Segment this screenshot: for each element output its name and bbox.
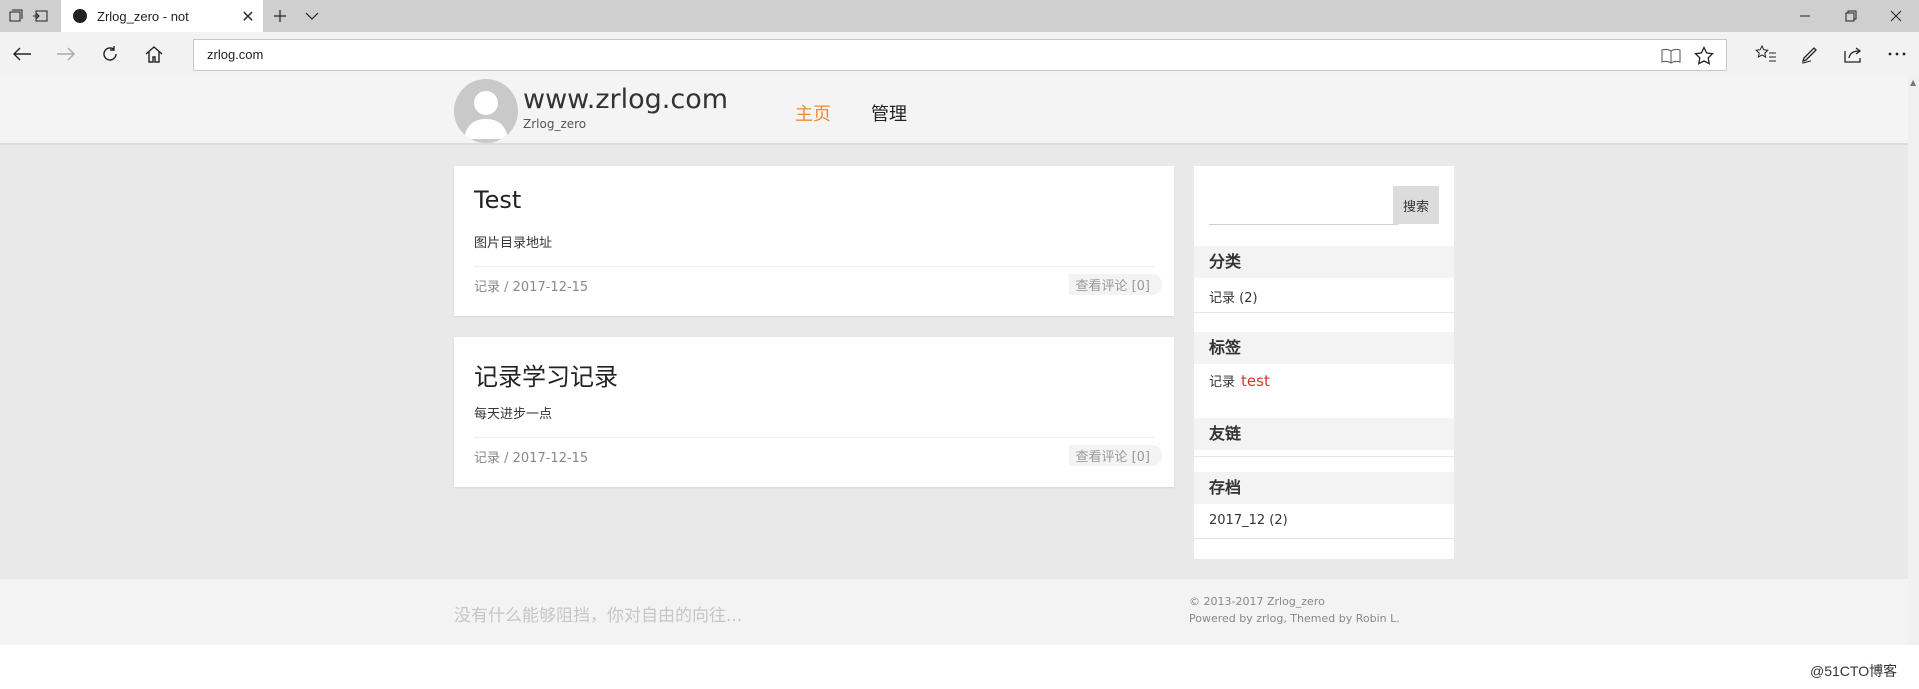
new-tab-icon[interactable]	[270, 6, 290, 26]
web-note-icon[interactable]	[1796, 40, 1824, 68]
widget-divider	[1194, 456, 1454, 457]
favorite-star-icon[interactable]	[1693, 45, 1715, 67]
page-bottom-area	[0, 645, 1919, 689]
tag-list: 记录 test	[1209, 371, 1270, 390]
post-excerpt: 图片目录地址	[474, 236, 553, 251]
links-heading: 友链	[1194, 418, 1454, 450]
tag-item[interactable]: 记录	[1209, 375, 1235, 390]
post-excerpt: 每天进步一点	[474, 407, 553, 422]
watermark: @51CTO博客	[1810, 663, 1898, 679]
search-input[interactable]	[1209, 224, 1398, 225]
footer-quote: 没有什么能够阻挡，你对自由的向往...	[454, 606, 743, 626]
search-button[interactable]: 搜索	[1393, 186, 1439, 224]
browser-tab-bar: Zrlog_zero - not ✕	[0, 0, 1919, 32]
post-meta[interactable]: 记录 / 2017-12-15	[474, 447, 588, 466]
categories-heading: 分类	[1194, 246, 1454, 278]
post-meta[interactable]: 记录 / 2017-12-15	[474, 276, 588, 295]
sidebar: 搜索 分类 记录 (2) 标签 记录 test 友链 存档 2017_12 (2)	[1194, 166, 1454, 559]
tag-item[interactable]: test	[1241, 372, 1270, 390]
footer-powered-by: Powered by zrlog, Themed by Robin L.	[1189, 612, 1400, 625]
favorites-hub-icon[interactable]	[1752, 40, 1780, 68]
widget-divider	[1194, 312, 1454, 313]
site-favicon-icon	[73, 9, 87, 23]
post-title[interactable]: Test	[474, 186, 521, 214]
vertical-scrollbar[interactable]	[1908, 76, 1919, 645]
nav-admin[interactable]: 管理	[871, 100, 907, 126]
restore-icon[interactable]	[1828, 0, 1874, 32]
back-icon[interactable]	[8, 40, 36, 68]
widget-divider	[1194, 538, 1454, 539]
home-icon[interactable]	[140, 40, 168, 68]
forward-icon[interactable]	[52, 40, 80, 68]
web-page: www.zrlog.com Zrlog_zero 主页 管理 Test 图片目录…	[0, 76, 1919, 689]
post-divider	[474, 437, 1154, 438]
address-input[interactable]: zrlog.com	[207, 47, 263, 62]
close-icon[interactable]: ✕	[237, 7, 259, 26]
archive-item[interactable]: 2017_12 (2)	[1209, 513, 1288, 528]
tags-heading: 标签	[1194, 332, 1454, 364]
footer-copyright: © 2013-2017 Zrlog_zero	[1189, 595, 1325, 608]
scroll-up-icon[interactable]: ▲	[1910, 78, 1916, 87]
tab-title: Zrlog_zero - not	[97, 8, 189, 24]
site-title[interactable]: www.zrlog.com	[523, 84, 728, 115]
site-footer: 没有什么能够阻挡，你对自由的向往... © 2013-2017 Zrlog_ze…	[0, 579, 1908, 645]
tab-set-aside-icon[interactable]	[6, 6, 26, 26]
view-comments-link[interactable]: 查看评论 [0]	[1069, 445, 1162, 466]
tab-preview-icon[interactable]	[30, 6, 50, 26]
minimize-icon[interactable]	[1782, 0, 1828, 32]
close-icon[interactable]	[1873, 0, 1919, 32]
post-divider	[474, 266, 1154, 267]
tab-list-icon[interactable]	[302, 6, 322, 26]
view-comments-link[interactable]: 查看评论 [0]	[1069, 274, 1162, 295]
site-header: www.zrlog.com Zrlog_zero 主页 管理	[0, 76, 1908, 145]
post-card: 记录学习记录 每天进步一点 记录 / 2017-12-15 查看评论 [0]	[454, 337, 1174, 487]
reading-view-icon[interactable]	[1660, 45, 1682, 67]
site-subtitle: Zrlog_zero	[523, 117, 587, 131]
browser-tab[interactable]: Zrlog_zero - not ✕	[61, 0, 263, 32]
post-card: Test 图片目录地址 记录 / 2017-12-15 查看评论 [0]	[454, 166, 1174, 316]
address-bar[interactable]: zrlog.com	[193, 39, 1727, 71]
refresh-icon[interactable]	[96, 40, 124, 68]
category-item[interactable]: 记录 (2)	[1209, 287, 1258, 306]
avatar[interactable]	[454, 79, 518, 143]
more-icon[interactable]	[1883, 40, 1911, 68]
nav-home[interactable]: 主页	[795, 100, 831, 126]
share-icon[interactable]	[1839, 40, 1867, 68]
post-title[interactable]: 记录学习记录	[474, 357, 618, 392]
archives-heading: 存档	[1194, 472, 1454, 504]
